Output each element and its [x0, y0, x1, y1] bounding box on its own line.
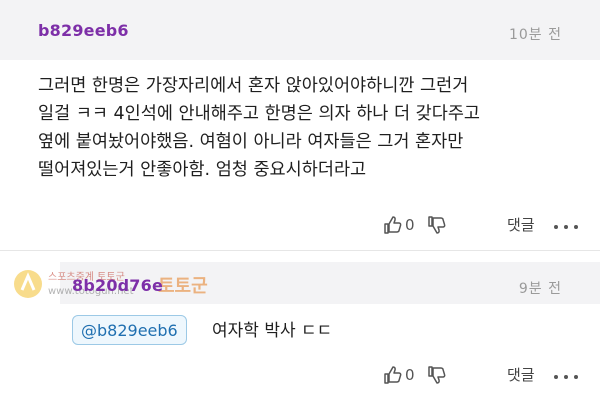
comment-time: 10분 전 [508, 27, 562, 43]
comment-username[interactable]: b829eeb6 [38, 21, 129, 40]
reply-like-count: 0 [405, 366, 415, 384]
comment-body: 그러면 한명은 가장자리에서 혼자 앉아있어야하니깐 그런거 일걸 ㅋㅋ 4인석… [38, 76, 481, 180]
svg-text:토토군: 토토군 [158, 276, 208, 297]
reply-reply-button[interactable]: 댓글 [507, 364, 535, 385]
reply-actions: 0 [383, 362, 447, 388]
reply-username[interactable]: 8b20d76e [72, 276, 163, 295]
reply-time: 9분 전 [518, 281, 562, 297]
mention-chip[interactable]: @b829eeb6 [72, 315, 187, 345]
comment-reply-button[interactable]: 댓글 [507, 214, 535, 235]
thumbs-up-icon[interactable] [383, 365, 403, 385]
comment-like-count: 0 [405, 216, 415, 234]
thumbs-up-icon[interactable] [383, 215, 403, 235]
reply-body: 여자학 박사 ㄷㄷ [212, 321, 333, 341]
divider [0, 250, 600, 251]
comment-actions: 0 [383, 212, 447, 238]
more-dots-icon[interactable] [554, 367, 578, 387]
more-dots-icon[interactable] [554, 217, 578, 237]
thumbs-down-icon[interactable] [427, 215, 447, 235]
thumbs-down-icon[interactable] [427, 365, 447, 385]
